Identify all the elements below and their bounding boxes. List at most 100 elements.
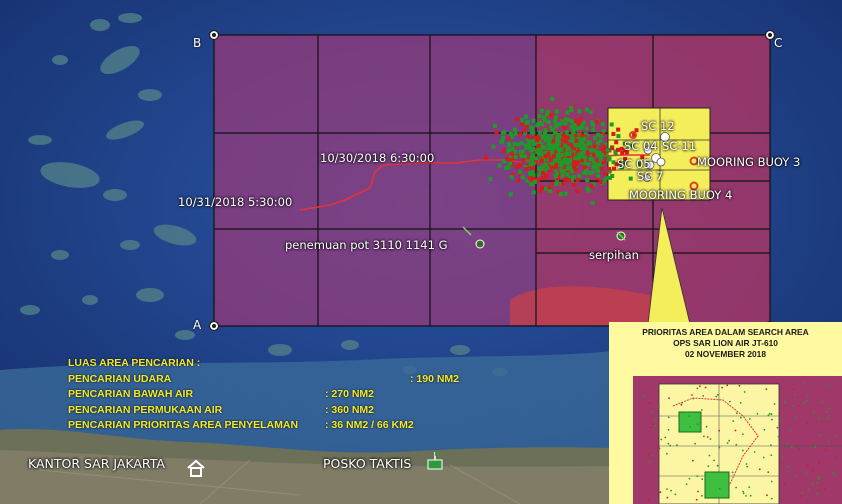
drift-dot <box>572 160 577 165</box>
info-row-value: : 360 NM2 <box>325 403 375 416</box>
inset-dot <box>826 417 829 420</box>
inset-dot <box>702 395 705 397</box>
inset-dot <box>771 418 773 421</box>
inset-dot <box>666 452 668 455</box>
inset-dot <box>742 449 744 452</box>
drift-dot <box>543 118 547 123</box>
inset-dot <box>647 499 650 501</box>
inset-dot <box>667 442 670 445</box>
drift-dot <box>589 183 594 188</box>
drift-dot <box>543 138 548 143</box>
drift-dot <box>501 148 506 153</box>
drift-dot <box>583 145 588 150</box>
drift-dot <box>575 178 580 182</box>
inset-map <box>633 376 842 504</box>
drift-dot <box>550 161 555 166</box>
time-label-2: 10/31/2018 5:30:00 <box>178 195 293 209</box>
inset-dot <box>674 493 677 496</box>
drift-dot <box>609 122 614 127</box>
inset-dot <box>816 482 818 484</box>
drift-dot <box>515 117 519 122</box>
inset-dot <box>806 395 809 398</box>
drift-dot <box>506 136 511 141</box>
drift-dot <box>530 153 535 158</box>
inset-dot <box>817 417 820 420</box>
inset-dot <box>715 395 718 398</box>
drift-dot <box>572 164 577 169</box>
inset-dot <box>666 488 668 490</box>
drift-dot <box>592 161 597 166</box>
drift-dot <box>541 170 545 175</box>
inset-dot <box>787 465 789 467</box>
inset-dot <box>812 482 814 485</box>
drift-dot <box>586 162 591 167</box>
inset-dot <box>667 416 670 419</box>
info-row-label: PENCARIAN UDARA <box>68 372 172 385</box>
drift-dot <box>499 139 504 144</box>
sc11-label: SC-11 <box>662 139 697 153</box>
inset-dot <box>765 388 768 391</box>
inset-dot <box>824 449 827 452</box>
drift-dot <box>553 131 557 135</box>
inset-dot <box>829 407 831 409</box>
drift-dot <box>594 119 599 124</box>
drift-dot <box>537 165 542 170</box>
inset-dot <box>731 471 734 474</box>
sc12-label: SC 12 <box>641 119 675 133</box>
inset-dot <box>748 418 751 420</box>
inset-dot <box>793 388 796 391</box>
inset-dot <box>694 442 696 445</box>
drift-dot <box>616 127 621 132</box>
inset-dot <box>716 393 719 396</box>
inset-dot <box>827 440 830 443</box>
inset-dot <box>734 429 737 432</box>
inset-dot <box>718 487 721 490</box>
drift-dot <box>556 142 561 147</box>
drift-dot <box>501 135 506 140</box>
inset-dot <box>738 384 741 387</box>
drift-dot <box>614 140 619 145</box>
drift-dot <box>513 150 518 154</box>
inset-dot <box>732 420 735 422</box>
drift-dot <box>510 146 515 151</box>
drift-dot <box>491 144 496 149</box>
inset-dot <box>696 475 699 478</box>
inset-dot <box>786 443 788 446</box>
drift-dot <box>531 161 536 166</box>
inset-dot <box>779 421 781 424</box>
inset-dot <box>701 478 704 480</box>
drift-dot <box>619 146 624 151</box>
inset-dot <box>792 404 795 407</box>
inset-dot <box>777 435 780 438</box>
drift-dot <box>513 131 518 136</box>
inset-dot <box>685 483 688 485</box>
drift-dot <box>575 160 580 165</box>
drift-dot <box>518 170 523 175</box>
drift-dot <box>541 145 546 150</box>
inset-dot <box>648 402 651 404</box>
inset-dot <box>658 406 660 408</box>
inset-dot <box>666 496 669 499</box>
drift-dot <box>520 149 525 154</box>
drift-dot <box>537 114 542 118</box>
drift-dot <box>558 122 563 127</box>
inset-dot <box>801 492 803 494</box>
inset-dot <box>798 448 800 450</box>
drift-dot <box>544 186 548 191</box>
drift-dot <box>598 180 603 185</box>
buoy4-label: MOORING BUOY 4 <box>629 188 733 202</box>
corner-b-label: B <box>193 36 202 50</box>
inset-dot <box>832 472 834 475</box>
drift-dot <box>553 165 558 170</box>
drift-dot <box>561 181 566 186</box>
drift-dot <box>582 165 587 170</box>
drift-dot <box>569 125 574 130</box>
drift-dot <box>553 119 558 124</box>
drift-dot <box>565 135 570 140</box>
drift-dot <box>595 164 600 169</box>
drift-dot <box>549 113 554 117</box>
inset-dot <box>794 475 797 477</box>
inset-dot <box>756 412 759 415</box>
inset-dot <box>812 411 815 414</box>
inset-dot <box>649 461 651 463</box>
